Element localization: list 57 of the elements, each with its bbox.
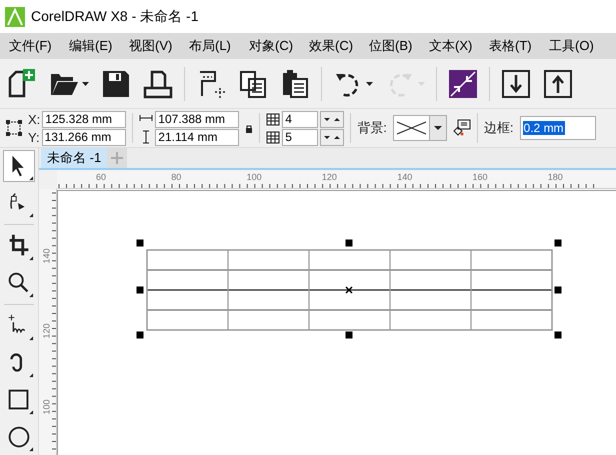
pointer-icon[interactable]	[3, 150, 35, 182]
ruler-label: 120	[42, 324, 52, 339]
selection-handle[interactable]	[136, 286, 144, 294]
border-width-field[interactable]: 0.2 mm	[520, 116, 596, 140]
spin-arrows-icon[interactable]	[320, 110, 344, 128]
selection-handle[interactable]	[554, 332, 562, 338]
columns-field[interactable]: 5	[282, 128, 318, 146]
ruler-label: 100	[246, 172, 262, 182]
ruler-label: 160	[472, 172, 488, 182]
menu-item[interactable]: 位图(B)	[364, 37, 424, 55]
background-label: 背景:	[357, 119, 387, 137]
export-icon[interactable]	[542, 68, 574, 100]
selection-handle[interactable]	[346, 332, 352, 338]
border-label: 边框:	[484, 119, 514, 137]
no-fill-dropdown[interactable]	[392, 115, 447, 141]
columns-icon	[266, 130, 280, 144]
fill-tool-icon[interactable]	[452, 119, 471, 137]
window-title: CorelDRAW X8 - 未命名 -1	[31, 8, 199, 26]
lock-icon[interactable]	[245, 124, 254, 132]
y-position-field[interactable]: 131.266 mm	[42, 128, 126, 146]
menu-item[interactable]: 视图(V)	[124, 37, 184, 55]
ruler-label: 60	[96, 172, 106, 182]
field-label: Y:	[28, 130, 40, 144]
ruler-label: 140	[42, 248, 52, 264]
arrows-icon[interactable]	[447, 68, 479, 100]
x-position-field[interactable]: 125.328 mm	[42, 110, 126, 128]
selection-handle[interactable]	[136, 240, 144, 246]
ruler-label: 100	[42, 399, 52, 414]
menu-item[interactable]: 文本(X)	[424, 37, 484, 55]
selection-handle[interactable]	[346, 240, 352, 246]
width-field[interactable]: 107.388 mm	[155, 110, 240, 128]
menu-item[interactable]: 对象(C)	[244, 37, 304, 55]
app-logo-icon	[5, 6, 25, 26]
center-mark-icon	[345, 286, 353, 294]
menu-item[interactable]: 工具(O)	[544, 37, 604, 55]
selection-handle[interactable]	[136, 332, 144, 338]
ruler-label: 80	[171, 172, 182, 182]
ruler-label: 140	[397, 172, 412, 182]
menu-item[interactable]: 文件(F)	[4, 37, 64, 55]
ruler-label: 120	[322, 172, 337, 182]
field-label: X:	[28, 112, 40, 126]
menu-item[interactable]: 编辑(E)	[64, 37, 124, 55]
import-icon[interactable]	[500, 68, 532, 100]
bounding-box-icon	[6, 120, 22, 136]
selection-handle[interactable]	[554, 240, 562, 246]
selection-handle[interactable]	[554, 286, 562, 294]
table-drawing[interactable]	[146, 249, 553, 331]
menu-item[interactable]: 布局(L)	[184, 37, 244, 55]
ruler-label: 180	[548, 172, 563, 182]
rows-field[interactable]: 4	[282, 110, 318, 128]
menu-item[interactable]: 表格(T)	[484, 37, 544, 55]
new-document-icon[interactable]	[6, 68, 38, 100]
document-tab[interactable]: 未命名 -1	[41, 148, 108, 168]
menu-item[interactable]: 效果(C)	[304, 37, 364, 55]
spin-arrows-icon[interactable]	[320, 128, 344, 146]
height-field[interactable]: 21.114 mm	[155, 128, 240, 146]
rows-icon	[266, 112, 280, 126]
